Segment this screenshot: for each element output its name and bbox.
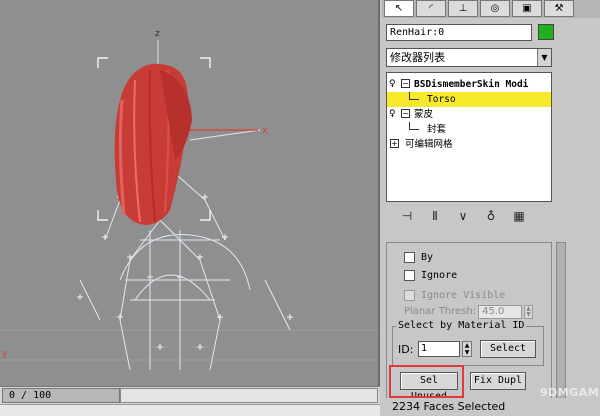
perspective-viewport[interactable]: x z y bbox=[0, 0, 380, 386]
show-end-icon[interactable]: Ⅱ bbox=[426, 207, 444, 225]
hair-mesh bbox=[114, 63, 192, 225]
stack-item-bsdismember[interactable]: ♀ − BSDismemberSkin Modi bbox=[387, 77, 551, 92]
modifier-stack[interactable]: ♀ − BSDismemberSkin Modi Torso ♀ − 蒙皮 封套… bbox=[386, 72, 552, 202]
modifier-list-dropdown[interactable]: 修改器列表 ▼ bbox=[386, 48, 552, 67]
stack-toolbar: ⊣ Ⅱ ∨ ♁ ▦ bbox=[386, 206, 552, 226]
object-name-field[interactable]: RenHair:0 bbox=[386, 24, 532, 41]
time-slider-track[interactable] bbox=[120, 388, 378, 403]
skeleton-bones bbox=[79, 129, 291, 371]
viewport-scene: x z y bbox=[0, 29, 378, 371]
planar-thresh-spinner: ▲ ▼ bbox=[524, 304, 534, 319]
motion-icon: ◎ bbox=[490, 3, 500, 14]
object-color-swatch[interactable] bbox=[538, 24, 554, 40]
stack-item-torso[interactable]: Torso bbox=[387, 92, 551, 107]
stack-item-label: BSDismemberSkin Modi bbox=[414, 79, 529, 90]
expand-icon[interactable]: + bbox=[390, 139, 399, 148]
ignore-visible-label: Ignore Visible bbox=[421, 289, 506, 301]
highlight-annotation bbox=[389, 365, 464, 398]
create-tab[interactable]: ↖ bbox=[384, 0, 414, 17]
watermark-logo: 9DMGAME bbox=[540, 386, 600, 399]
stack-item-skin[interactable]: ♀ − 蒙皮 bbox=[387, 107, 551, 122]
panel-tabs: ↖ ◜ ⊥ ◎ ▣ ⚒ bbox=[382, 0, 600, 18]
stack-item-envelope[interactable]: 封套 bbox=[387, 122, 551, 137]
display-icon: ▣ bbox=[522, 3, 532, 14]
tree-branch bbox=[409, 122, 419, 130]
modify-tab[interactable]: ◜ bbox=[416, 0, 446, 17]
lightbulb-icon[interactable]: ♀ bbox=[389, 107, 399, 122]
axis-z-label: z bbox=[155, 29, 160, 39]
collapse-icon[interactable]: − bbox=[401, 79, 410, 88]
hierarchy-icon: ⊥ bbox=[458, 3, 468, 14]
ignore-label: Ignore bbox=[421, 269, 458, 281]
utilities-icon: ⚒ bbox=[554, 3, 564, 14]
ignore-visible-checkbox bbox=[404, 289, 415, 301]
modify-icon: ◜ bbox=[429, 3, 433, 14]
bone-markers bbox=[77, 194, 293, 350]
fix-dupl-button[interactable]: Fix Dupl bbox=[470, 372, 526, 390]
by-checkbox[interactable] bbox=[404, 251, 415, 263]
collapse-icon[interactable]: − bbox=[401, 109, 410, 118]
material-id-group-title: Select by Material ID bbox=[396, 320, 527, 331]
by-label: By bbox=[421, 251, 434, 263]
material-id-input[interactable]: 1 bbox=[418, 341, 460, 357]
axis-x-label: x bbox=[262, 126, 268, 136]
lightbulb-icon[interactable]: ♀ bbox=[389, 77, 399, 92]
hierarchy-tab[interactable]: ⊥ bbox=[448, 0, 478, 17]
timeline-ruler[interactable] bbox=[0, 404, 380, 416]
by-option[interactable]: By bbox=[404, 250, 433, 264]
axis-y-label: y bbox=[2, 349, 8, 359]
pointer-icon: ↖ bbox=[394, 3, 404, 14]
planar-thresh-row: Planar Thresh: 45.0 ▲ ▼ bbox=[404, 304, 534, 319]
make-unique-icon[interactable]: ∨ bbox=[454, 207, 472, 225]
tree-branch bbox=[409, 92, 419, 100]
motion-tab[interactable]: ◎ bbox=[480, 0, 510, 17]
utilities-tab[interactable]: ⚒ bbox=[544, 0, 574, 17]
planar-thresh-input: 45.0 bbox=[478, 304, 523, 319]
planar-thresh-label: Planar Thresh: bbox=[404, 306, 477, 317]
ignore-visible-option: Ignore Visible bbox=[404, 288, 505, 302]
id-label: ID: bbox=[398, 343, 414, 356]
frame-counter[interactable]: 0 / 100 bbox=[2, 388, 120, 403]
stack-item-label: 可编辑网格 bbox=[405, 139, 453, 150]
ground-grid bbox=[0, 329, 378, 361]
pin-icon[interactable]: ⊣ bbox=[398, 207, 416, 225]
dropdown-arrow-icon[interactable]: ▼ bbox=[537, 49, 551, 66]
status-text: 2234 Faces Selected bbox=[382, 398, 600, 416]
display-tab[interactable]: ▣ bbox=[512, 0, 542, 17]
stack-item-editable-mesh[interactable]: + 可编辑网格 bbox=[387, 137, 551, 152]
ignore-option[interactable]: Ignore bbox=[404, 268, 457, 282]
stack-item-label: Torso bbox=[427, 94, 456, 105]
modifier-list-label: 修改器列表 bbox=[390, 51, 445, 64]
remove-modifier-icon[interactable]: ♁ bbox=[482, 207, 500, 225]
select-button[interactable]: Select bbox=[480, 340, 536, 358]
time-slider[interactable]: 0 / 100 bbox=[0, 386, 380, 404]
configure-icon[interactable]: ▦ bbox=[510, 207, 528, 225]
ignore-checkbox[interactable] bbox=[404, 269, 415, 281]
material-id-spinner[interactable]: ▲ ▼ bbox=[462, 341, 472, 357]
stack-item-label: 封套 bbox=[427, 124, 447, 135]
stack-item-label: 蒙皮 bbox=[414, 109, 434, 120]
